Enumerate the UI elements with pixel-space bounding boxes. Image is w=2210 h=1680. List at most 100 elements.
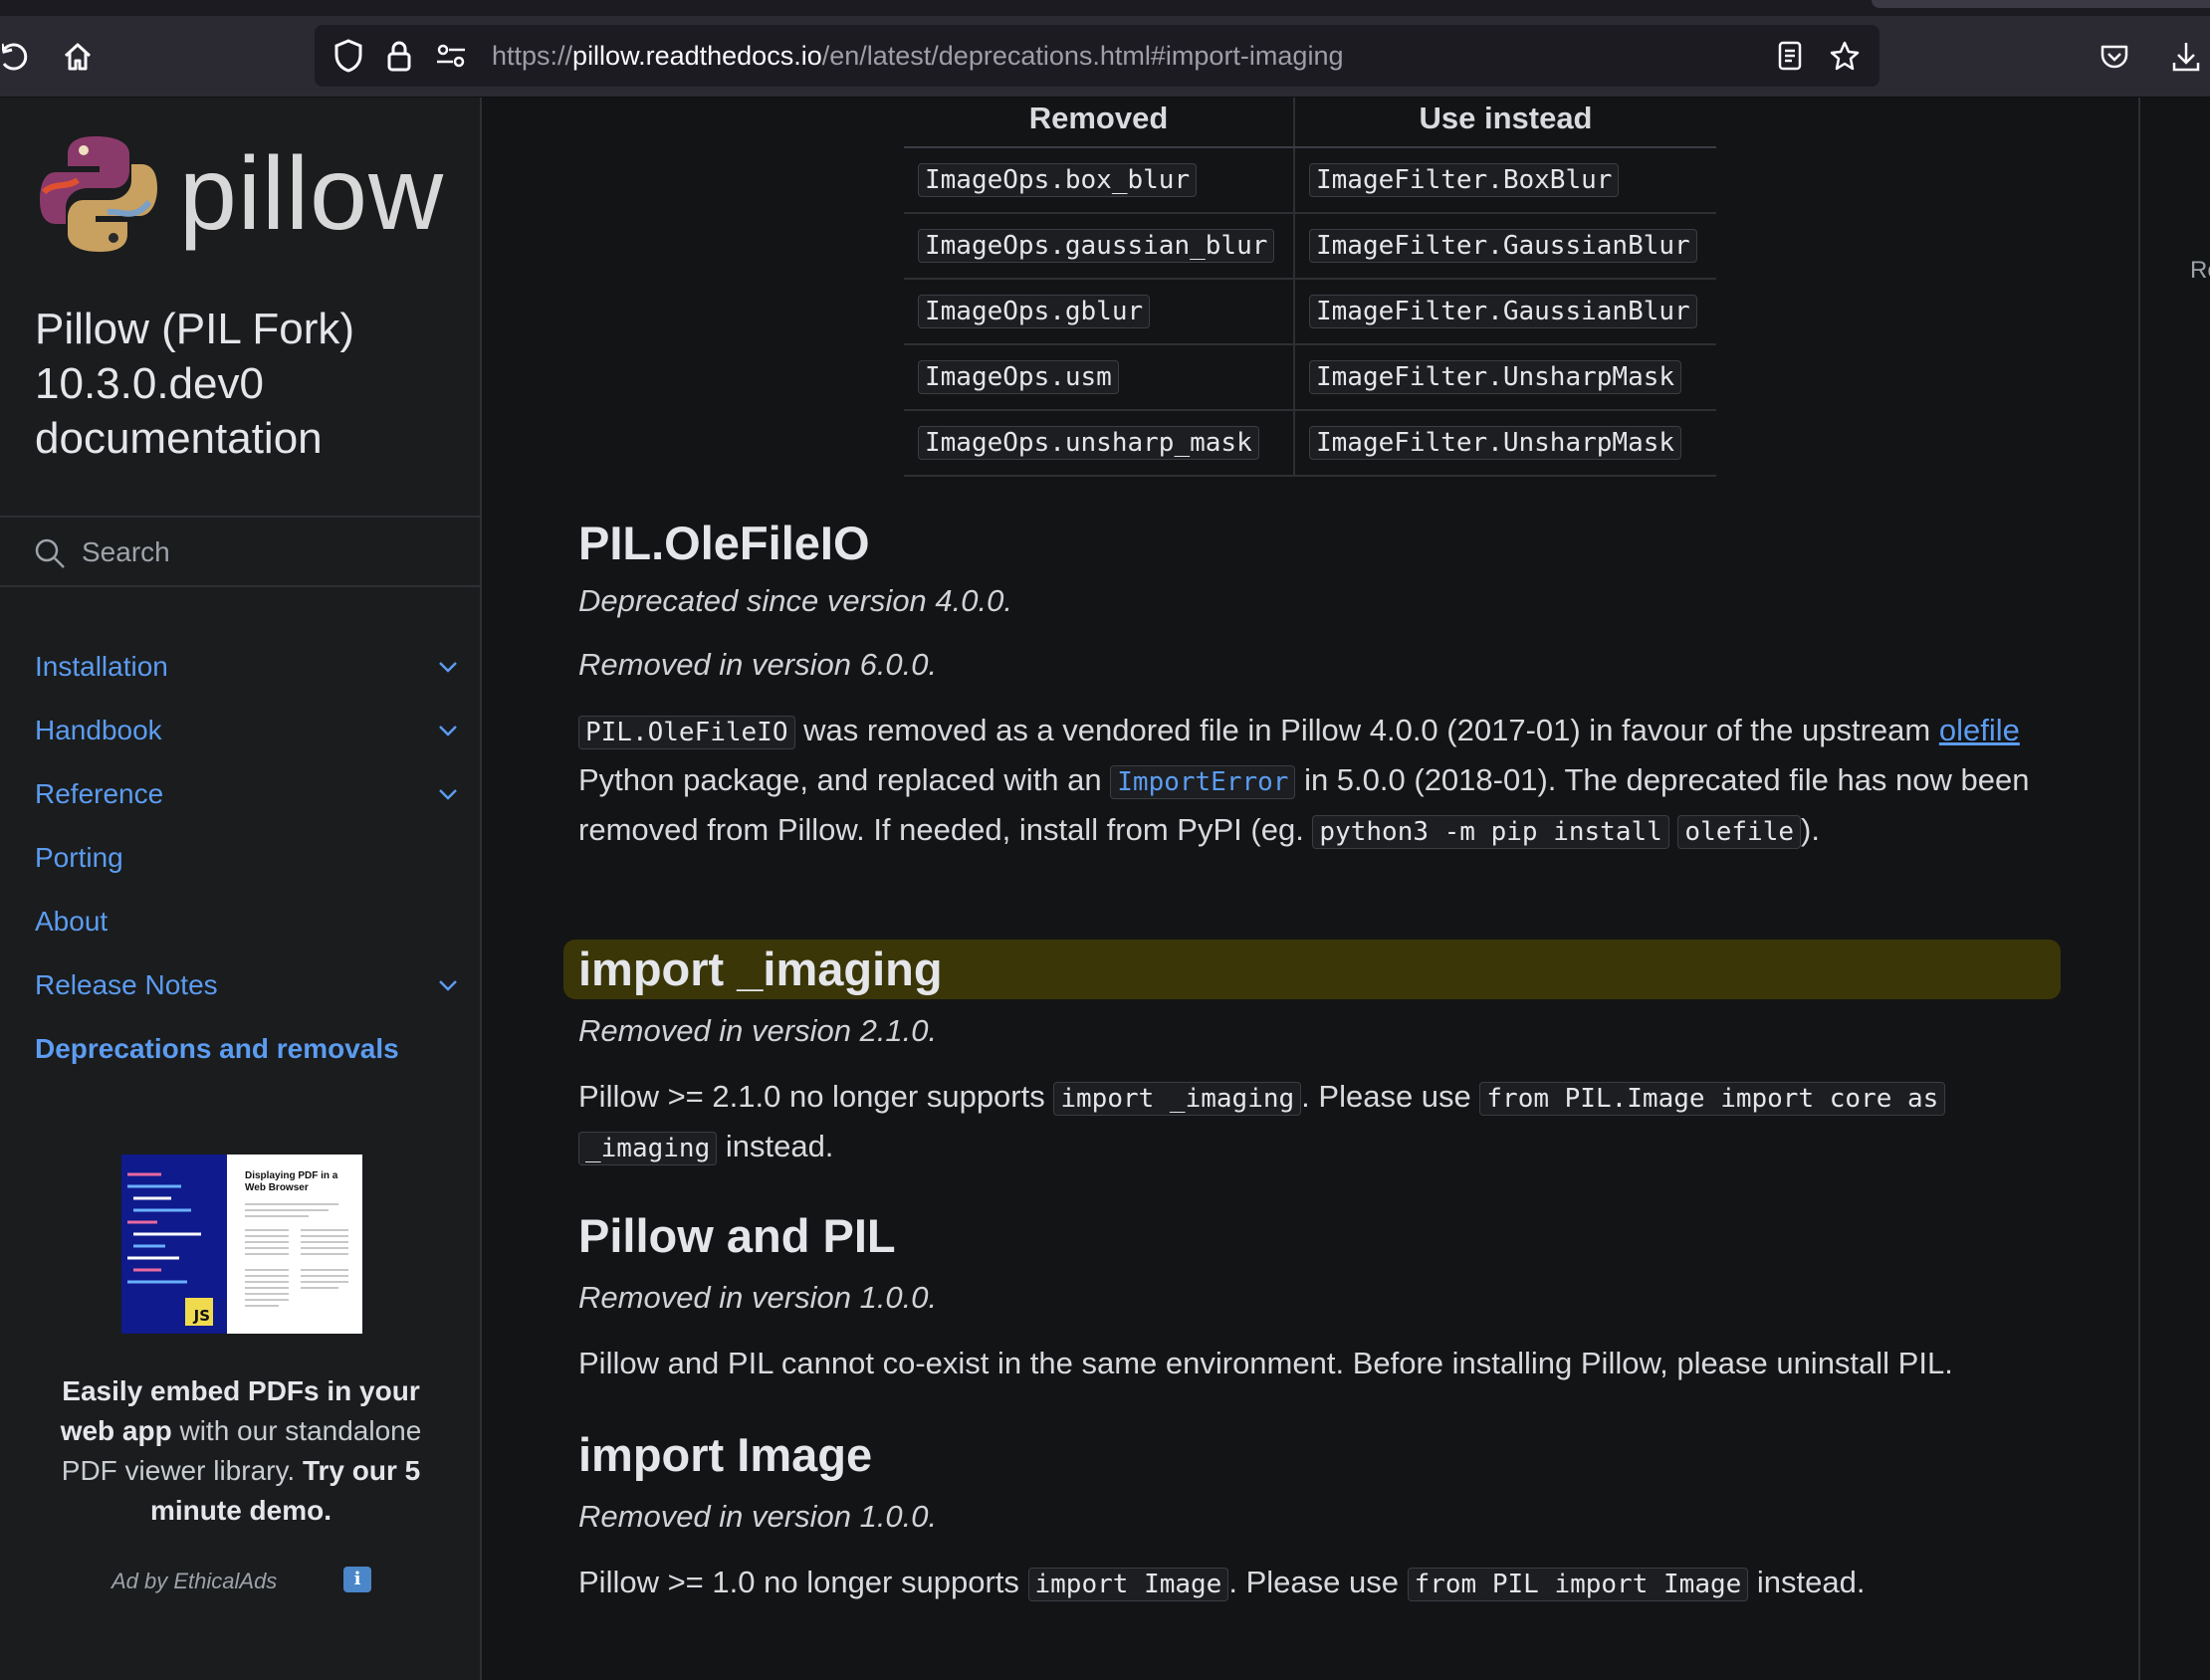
browser-tab-strip [0,0,2210,16]
pillow-logo[interactable]: pillow [38,129,456,259]
table-code: ImageOps.box_blur [918,163,1198,197]
permissions-icon[interactable] [432,25,470,87]
sidebar-item-label: Release Notes [35,969,218,1000]
table-row: ImageOps.gblur ImageFilter.GaussianBlur [904,279,1716,345]
lock-icon[interactable] [382,25,416,87]
table-cell: ImageOps.gaussian_blur [904,213,1295,280]
table-code: ImageFilter.GaussianBlur [1309,295,1697,328]
sidebar-item-release-notes[interactable]: Release Notes [0,953,482,1017]
sidebar-item-label: Handbook [35,715,162,745]
search-input[interactable] [82,529,460,575]
main-content: Removed Use instead ImageOps.box_blur Im… [484,98,2138,1680]
table-cell: ImageOps.usm [904,344,1295,411]
sidebar-item-label: Installation [35,651,168,682]
js-badge: JS [185,1298,213,1326]
table-header-use-instead: Use instead [1294,98,1716,148]
section-paragraph: Pillow and PIL cannot co-exist in the sa… [578,1346,1953,1380]
table-code: ImageOps.gaussian_blur [918,229,1275,263]
paragraph-text: Pillow >= 1.0 no longer supports [578,1565,1028,1599]
info-icon[interactable]: i [343,1567,371,1592]
section-heading: PIL.OleFileIO [578,517,870,569]
inline-code: python3 -m pip install [1312,815,1669,849]
right-pane-text: Re [2190,257,2210,284]
table-cell: ImageFilter.GaussianBlur [1294,213,1716,280]
ad-image-text-lines [245,1203,348,1307]
sidebar-item-installation[interactable]: Installation [0,635,482,699]
table-code: ImageFilter.BoxBlur [1309,163,1620,197]
url-path: /en/latest/deprecations.html#import-imag… [821,41,1344,71]
browser-tab[interactable] [1872,0,2210,8]
inline-code: import _imaging [1053,1082,1302,1116]
table-code: ImageFilter.UnsharpMask [1309,426,1682,460]
project-title[interactable]: Pillow (PIL Fork) 10.3.0.dev0 documentat… [35,302,453,466]
reader-view-icon[interactable] [1772,25,1808,87]
url-text[interactable]: https://pillow.readthedocs.io/en/latest/… [492,25,1343,87]
table-cell: ImageOps.gblur [904,279,1295,345]
table-cell: ImageFilter.UnsharpMask [1294,344,1716,411]
inline-code: import Image [1027,1568,1229,1601]
chevron-down-icon[interactable] [436,782,460,806]
importerror-link[interactable]: ImportError [1110,765,1296,799]
section-paragraph: PIL.OleFileIO was removed as a vendored … [578,707,2052,856]
sidebar-item-label: About [35,906,109,937]
paragraph-text: ). [1801,812,1820,847]
sidebar-item-porting[interactable]: Porting [0,826,482,890]
search-box [0,516,482,587]
section-paragraph: Pillow >= 1.0 no longer supports import … [578,1559,2052,1608]
table-code: ImageOps.unsharp_mask [918,426,1259,460]
paragraph-text: instead. [717,1129,834,1163]
sidebar-item-reference[interactable]: Reference [0,762,482,826]
home-icon[interactable] [58,16,98,98]
section-import-imaging: import _imaging Removed in version 2.1.0… [578,940,2052,1172]
paragraph-text: . Please use [1301,1079,1480,1114]
url-host: pillow.readthedocs.io [572,41,822,71]
table-code: ImageFilter.GaussianBlur [1309,229,1697,263]
paragraph-text: Python package, and replaced with an [578,762,1111,797]
ad-attribution[interactable]: Ad by EthicalAds [111,1569,277,1594]
sidebar-item-deprecations[interactable]: Deprecations and removals [0,1017,482,1081]
paragraph-text: . Please use [1228,1565,1408,1599]
ad-image[interactable]: JS Displaying PDF in a Web Browser [121,1155,362,1334]
sidebar-item-label: Reference [35,778,164,809]
bookmark-star-icon[interactable] [1826,25,1864,87]
paragraph-text: was removed as a vendored file in Pillow… [794,713,1939,747]
section-heading: Pillow and PIL [578,1209,896,1262]
section-pillow-and-pil: Pillow and PIL Removed in version 1.0.0.… [578,1206,2052,1387]
sidebar-item-handbook[interactable]: Handbook [0,699,482,762]
inline-code: _imaging [578,1132,718,1165]
table-row: ImageOps.unsharp_mask ImageFilter.Unshar… [904,410,1716,477]
chevron-down-icon[interactable] [436,973,460,997]
removed-functions-table: Removed Use instead ImageOps.box_blur Im… [904,98,1716,477]
ad-image-heading: Displaying PDF in a Web Browser [245,1170,338,1193]
inline-code: olefile [1677,815,1801,849]
chevron-down-icon[interactable] [436,719,460,742]
download-icon[interactable] [2166,16,2206,98]
removed-version: Removed in version 1.0.0. [578,1499,938,1534]
browser-toolbar: https://pillow.readthedocs.io/en/latest/… [0,16,2210,98]
table-header-removed: Removed [904,98,1295,148]
reload-icon[interactable] [0,16,30,98]
deprecated-version: Deprecated since version 4.0.0. [578,583,1012,618]
removed-version: Removed in version 2.1.0. [578,1013,938,1048]
inline-code: from PIL import Image [1407,1568,1749,1601]
olefile-link[interactable]: olefile [1939,713,2020,747]
table-row: ImageOps.gaussian_blur ImageFilter.Gauss… [904,213,1716,280]
pocket-icon[interactable] [2095,16,2134,98]
ad-text[interactable]: Easily embed PDFs in your web app with o… [40,1371,442,1531]
sidebar-item-about[interactable]: About [0,890,482,953]
chevron-down-icon[interactable] [436,655,460,679]
search-icon [35,538,65,568]
table-cell: ImageOps.box_blur [904,147,1295,214]
shield-icon[interactable] [329,25,368,87]
table-row: ImageOps.box_blur ImageFilter.BoxBlur [904,147,1716,214]
sidebar: pillow Pillow (PIL Fork) 10.3.0.dev0 doc… [0,98,482,1680]
table-cell: ImageFilter.UnsharpMask [1294,410,1716,477]
url-bar[interactable]: https://pillow.readthedocs.io/en/latest/… [315,25,1879,87]
table-cell: ImageFilter.BoxBlur [1294,147,1716,214]
table-code: ImageFilter.UnsharpMask [1309,360,1682,394]
sidebar-nav: Installation Handbook Reference Porting … [0,635,482,1081]
right-toc-pane: Re [2138,98,2210,1680]
removed-version: Removed in version 1.0.0. [578,1280,938,1315]
table-code: ImageOps.gblur [918,295,1151,328]
sidebar-item-label: Porting [35,842,123,873]
